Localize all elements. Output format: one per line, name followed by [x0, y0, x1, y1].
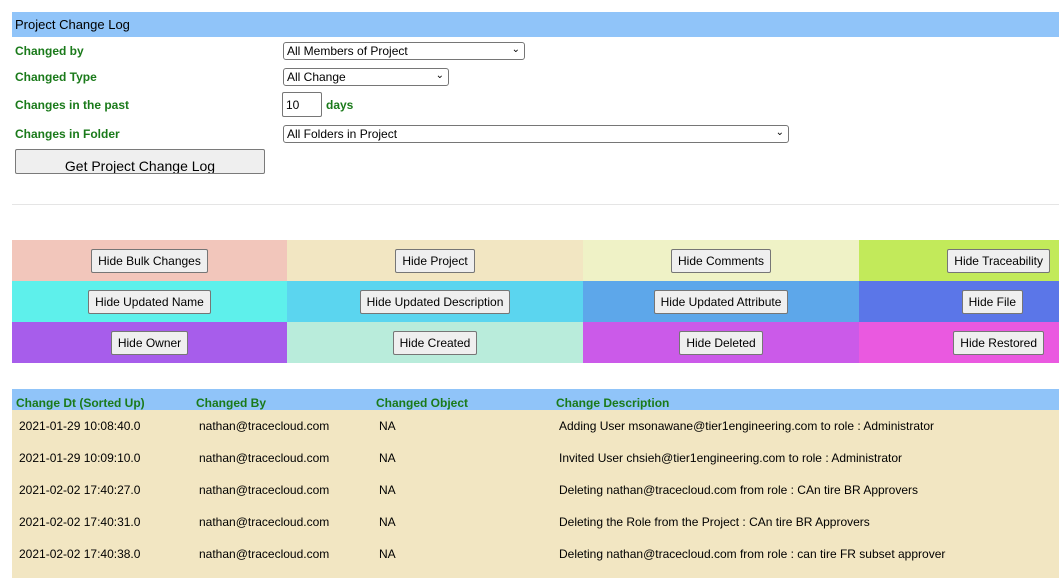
cell-changed-by: nathan@tracecloud.com: [199, 547, 330, 561]
cell-change-date: 2021-02-02 17:40:38.0: [19, 547, 141, 561]
table-row: 2021-02-02 17:40:38.0 nathan@tracecloud.…: [12, 538, 1059, 570]
filter-cell-file: Hide File: [859, 281, 1059, 322]
cell-change-description: Deleting nathan@tracecloud.com from role…: [559, 483, 919, 497]
cell-change-date: 2021-01-29 10:08:40.0: [19, 419, 141, 433]
hide-deleted-button[interactable]: Hide Deleted: [679, 330, 763, 355]
cell-change-description: Invited User chsieh@tier1engineering.com…: [559, 451, 903, 465]
cell-changed-object: NA: [379, 419, 396, 433]
hide-owner-button[interactable]: Hide Owner: [110, 330, 189, 355]
table-row: 2021-02-02 17:40:27.0 nathan@tracecloud.…: [12, 474, 1059, 506]
changed-by-label: Changed by: [15, 44, 84, 58]
cell-change-date: 2021-01-29 10:09:10.0: [19, 451, 141, 465]
get-change-log-button[interactable]: Get Project Change Log: [15, 149, 265, 174]
cell-changed-object: NA: [379, 515, 396, 529]
cell-changed-by: nathan@tracecloud.com: [199, 451, 330, 465]
changed-by-value: All Members of Project: [287, 44, 408, 58]
cell-change-date: 2021-02-02 17:40:31.0: [19, 515, 141, 529]
chevron-down-icon: ⌄: [435, 70, 444, 81]
chevron-down-icon: ⌄: [511, 44, 520, 55]
column-header-change-date[interactable]: Change Dt (Sorted Up): [16, 396, 145, 410]
hide-created-button[interactable]: Hide Created: [392, 330, 478, 355]
filter-cell-updated-description: Hide Updated Description: [287, 281, 583, 322]
change-log-table: 2021-01-29 10:08:40.0 nathan@tracecloud.…: [12, 410, 1059, 578]
cell-changed-by: nathan@tracecloud.com: [199, 515, 330, 529]
changed-type-value: All Change: [287, 70, 346, 84]
changed-type-select[interactable]: All Change ⌄: [283, 68, 449, 86]
hide-updated-description-button[interactable]: Hide Updated Description: [359, 289, 511, 314]
hide-restored-button[interactable]: Hide Restored: [953, 330, 1044, 355]
changes-folder-label: Changes in Folder: [15, 127, 120, 141]
hide-bulk-changes-button[interactable]: Hide Bulk Changes: [91, 248, 208, 273]
cell-change-description: Deleting nathan@tracecloud.com from role…: [559, 547, 946, 561]
changed-by-select[interactable]: All Members of Project ⌄: [283, 42, 525, 60]
days-unit-label: days: [326, 98, 354, 112]
filter-cell-bulk-changes: Hide Bulk Changes: [12, 240, 287, 281]
filter-cell-updated-name: Hide Updated Name: [12, 281, 287, 322]
changes-past-label: Changes in the past: [15, 98, 130, 112]
change-log-header: Change Dt (Sorted Up) Changed By Changed…: [12, 389, 1059, 410]
filter-cell-updated-attribute: Hide Updated Attribute: [583, 281, 859, 322]
cell-change-description: Adding User msonawane@tier1engineering.c…: [559, 419, 935, 433]
filter-cell-traceability: Hide Traceability: [859, 240, 1059, 281]
changes-folder-select[interactable]: All Folders in Project ⌄: [283, 125, 789, 143]
days-value: 10: [286, 98, 300, 112]
filter-cell-deleted: Hide Deleted: [583, 322, 859, 363]
table-row: 2021-01-29 10:09:10.0 nathan@tracecloud.…: [12, 442, 1059, 474]
hide-project-button[interactable]: Hide Project: [395, 248, 475, 273]
days-input[interactable]: 10: [282, 92, 322, 117]
hide-updated-name-button[interactable]: Hide Updated Name: [88, 289, 211, 314]
section-divider: [12, 204, 1059, 205]
page-title-bar: Project Change Log: [12, 12, 1059, 37]
cell-changed-by: nathan@tracecloud.com: [199, 483, 330, 497]
changes-folder-value: All Folders in Project: [287, 127, 398, 141]
filter-cell-owner: Hide Owner: [12, 322, 287, 363]
cell-changed-object: NA: [379, 451, 396, 465]
hide-comments-button[interactable]: Hide Comments: [670, 248, 772, 273]
cell-changed-by: nathan@tracecloud.com: [199, 419, 330, 433]
hide-traceability-button[interactable]: Hide Traceability: [947, 248, 1050, 273]
filter-cell-restored: Hide Restored: [859, 322, 1059, 363]
cell-changed-object: NA: [379, 547, 396, 561]
get-change-log-label: Get Project Change Log: [64, 158, 216, 174]
column-header-changed-by: Changed By: [196, 396, 267, 410]
chevron-down-icon: ⌄: [775, 127, 784, 138]
filter-cell-project: Hide Project: [287, 240, 583, 281]
filter-cell-comments: Hide Comments: [583, 240, 859, 281]
filter-cell-created: Hide Created: [287, 322, 583, 363]
column-header-changed-object: Changed Object: [376, 396, 469, 410]
cell-change-date: 2021-02-02 17:40:27.0: [19, 483, 141, 497]
hide-updated-attribute-button[interactable]: Hide Updated Attribute: [653, 289, 789, 314]
cell-change-description: Deleting the Role from the Project : CAn…: [559, 515, 870, 529]
column-header-change-description: Change Description: [556, 396, 670, 410]
table-row: 2021-02-02 17:40:31.0 nathan@tracecloud.…: [12, 506, 1059, 538]
page-title: Project Change Log: [15, 17, 130, 32]
hide-file-button[interactable]: Hide File: [961, 289, 1023, 314]
cell-changed-object: NA: [379, 483, 396, 497]
changed-type-label: Changed Type: [15, 70, 97, 84]
table-row: 2021-01-29 10:08:40.0 nathan@tracecloud.…: [12, 410, 1059, 442]
